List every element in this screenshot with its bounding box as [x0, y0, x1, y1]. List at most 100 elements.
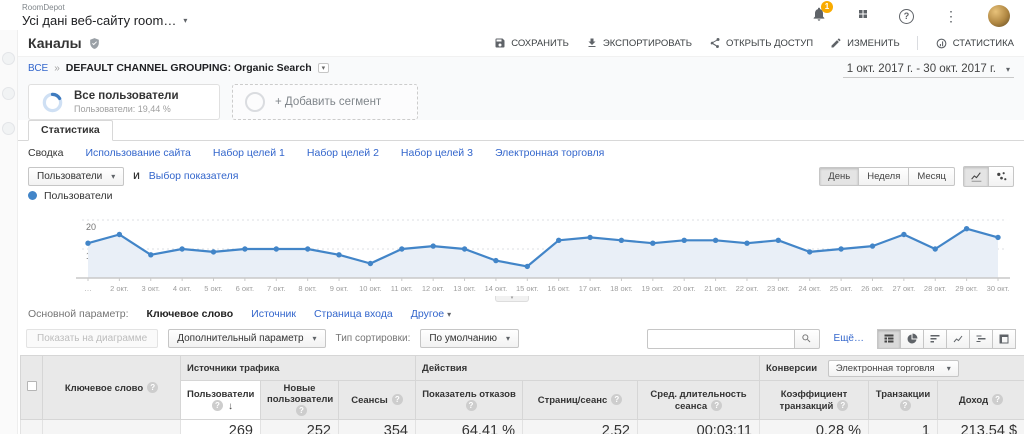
comparison-view-button[interactable]: [946, 329, 970, 349]
conversions-type-select[interactable]: Электронная торговля ▾: [828, 360, 959, 377]
sort-desc-icon: ↓: [228, 401, 233, 412]
property-name[interactable]: Усі дані веб-сайту room…: [22, 13, 176, 28]
subnav-goal-set-1[interactable]: Набор целей 1: [213, 147, 285, 159]
performance-view-button[interactable]: [923, 329, 947, 349]
help-icon[interactable]: ?: [611, 394, 622, 405]
help-icon[interactable]: ?: [392, 394, 403, 405]
group-header-conversions: Конверсии Электронная торговля ▾: [760, 356, 1024, 381]
column-header-transactions[interactable]: Транзакции?: [869, 381, 938, 420]
svg-text:6 окт.: 6 окт.: [236, 284, 254, 293]
channel-dropdown-button[interactable]: ▾: [318, 63, 330, 73]
collapsed-nav-rail[interactable]: [0, 30, 18, 434]
secondary-dimension-select[interactable]: Дополнительный параметр ▾: [168, 329, 325, 348]
search-input[interactable]: [647, 329, 795, 349]
svg-text:26 окт.: 26 окт.: [861, 284, 884, 293]
dimension-other[interactable]: Другое ▾: [411, 308, 451, 320]
data-view-button[interactable]: [877, 329, 901, 349]
help-icon[interactable]: ?: [837, 400, 848, 411]
page-title: Каналы: [28, 35, 101, 51]
report-toolbar: СОХРАНИТЬ ЭКСПОРТИРОВАТЬ ОТКРЫТЬ ДОСТУП …: [494, 36, 1014, 50]
column-header-pages-per-session[interactable]: Страниц/сеанс?: [523, 381, 638, 420]
column-header-new-users[interactable]: Новые пользователи?: [261, 381, 339, 420]
column-header-avg-session-duration[interactable]: Сред. длительность сеанса?: [638, 381, 760, 420]
date-range-picker[interactable]: 1 окт. 2017 г. - 30 окт. 2017 г. ▾: [843, 62, 1014, 78]
subnav-ecommerce[interactable]: Электронная торговля: [495, 147, 604, 159]
dimension-source[interactable]: Источник: [251, 308, 296, 320]
search-icon: [801, 333, 812, 344]
search-button[interactable]: [794, 329, 820, 349]
notifications-button[interactable]: 1: [811, 6, 827, 27]
save-button[interactable]: СОХРАНИТЬ: [494, 37, 569, 49]
apps-grid-button[interactable]: [857, 7, 869, 25]
subnav-goal-set-3[interactable]: Набор целей 3: [401, 147, 473, 159]
nav-rail-icon: [2, 52, 15, 65]
column-header-sessions[interactable]: Сеансы?: [339, 381, 416, 420]
term-cloud-icon: [975, 333, 987, 345]
motion-chart-view-button[interactable]: [988, 166, 1014, 187]
segment-card-all-users[interactable]: Все пользователи Пользователи: 19,44 %: [28, 84, 220, 120]
help-icon[interactable]: ?: [147, 382, 158, 393]
select-metric-link[interactable]: Выбор показателя: [149, 170, 239, 182]
tab-explorer[interactable]: Статистика: [28, 120, 113, 141]
svg-text:20 окт.: 20 окт.: [673, 284, 696, 293]
help-icon[interactable]: ?: [212, 400, 223, 411]
column-header-keyword[interactable]: Ключевое слово?: [43, 356, 181, 420]
granularity-week[interactable]: Неделя: [858, 167, 909, 186]
avatar[interactable]: [988, 5, 1010, 27]
line-chart-view-button[interactable]: [963, 166, 989, 187]
comparison-icon: [952, 333, 964, 345]
pivot-view-button[interactable]: [992, 329, 1016, 349]
share-button[interactable]: ОТКРЫТЬ ДОСТУП: [709, 37, 813, 49]
column-header-revenue[interactable]: Доход?: [938, 381, 1024, 420]
subnav-goal-set-2[interactable]: Набор целей 2: [307, 147, 379, 159]
column-header-bounce-rate[interactable]: Показатель отказов?: [416, 381, 523, 420]
help-icon[interactable]: ?: [992, 394, 1003, 405]
add-segment-button[interactable]: + Добавить сегмент: [232, 84, 418, 120]
pie-chart-icon: [906, 333, 918, 345]
svg-text:21 окт.: 21 окт.: [704, 284, 727, 293]
help-icon[interactable]: ?: [296, 405, 307, 416]
totals-sessions: 354% от общего количества: 16,30 % (2 17…: [339, 420, 416, 434]
intelligence-button[interactable]: СТАТИСТИКА: [935, 37, 1014, 50]
percentage-view-button[interactable]: [900, 329, 924, 349]
metric-select[interactable]: Пользователи ▾: [28, 167, 124, 186]
help-icon[interactable]: ?: [466, 400, 477, 411]
granularity-month[interactable]: Месяц: [908, 167, 955, 186]
column-header-transaction-rate[interactable]: Коэффициент транзакций?: [760, 381, 869, 420]
chevron-down-icon: ▾: [947, 364, 951, 373]
svg-text:10 окт.: 10 окт.: [359, 284, 382, 293]
breadcrumb-separator: »: [54, 63, 60, 74]
export-button[interactable]: ЭКСПОРТИРОВАТЬ: [586, 37, 692, 49]
toolbar-divider: [917, 36, 918, 50]
bars-icon: [929, 333, 941, 345]
sort-type-select[interactable]: По умолчанию ▾: [420, 329, 519, 348]
edit-button[interactable]: ИЗМЕНИТЬ: [830, 37, 900, 49]
dimension-keyword[interactable]: Ключевое слово: [147, 308, 234, 320]
users-trend-chart[interactable]: 1020…2 окт.3 окт.4 окт.5 окт.6 окт.7 окт…: [0, 202, 1024, 296]
help-icon[interactable]: ?: [900, 400, 911, 411]
term-cloud-view-button[interactable]: [969, 329, 993, 349]
subnav-summary[interactable]: Сводка: [28, 147, 63, 159]
advanced-search-link[interactable]: Ещё…: [834, 333, 864, 344]
svg-text:4 окт.: 4 окт.: [173, 284, 191, 293]
column-header-users[interactable]: Пользователи?↓: [181, 381, 261, 420]
download-icon: [586, 37, 598, 49]
plot-rows-button: Показать на диаграмме: [26, 329, 158, 348]
subnav-site-usage[interactable]: Использование сайта: [85, 147, 190, 159]
overflow-menu-button[interactable]: ⋮: [944, 8, 958, 25]
chart-collapse-handle[interactable]: ▾: [495, 296, 529, 302]
dimension-landing-page[interactable]: Страница входа: [314, 308, 393, 320]
help-button[interactable]: ?: [899, 9, 914, 24]
primary-dimension-label: Основной параметр:: [28, 308, 129, 320]
series-color-dot: [28, 191, 37, 200]
group-header-traffic: Источники трафика: [181, 356, 416, 381]
select-all-checkbox[interactable]: [27, 381, 37, 391]
chart-controls: Пользователи ▾ И Выбор показателя День Н…: [0, 161, 1024, 189]
help-icon[interactable]: ?: [711, 400, 722, 411]
property-selector[interactable]: RoomDepot Усі дані веб-сайту room… ▾: [22, 4, 187, 28]
chevron-down-icon[interactable]: ▾: [183, 16, 187, 25]
granularity-day[interactable]: День: [819, 167, 859, 186]
breadcrumb-all-link[interactable]: ВСЕ: [28, 63, 48, 74]
report-title-bar: Каналы СОХРАНИТЬ ЭКСПОРТИРОВАТЬ ОТКРЫТЬ …: [0, 30, 1024, 56]
nav-rail-icon: [2, 122, 15, 135]
